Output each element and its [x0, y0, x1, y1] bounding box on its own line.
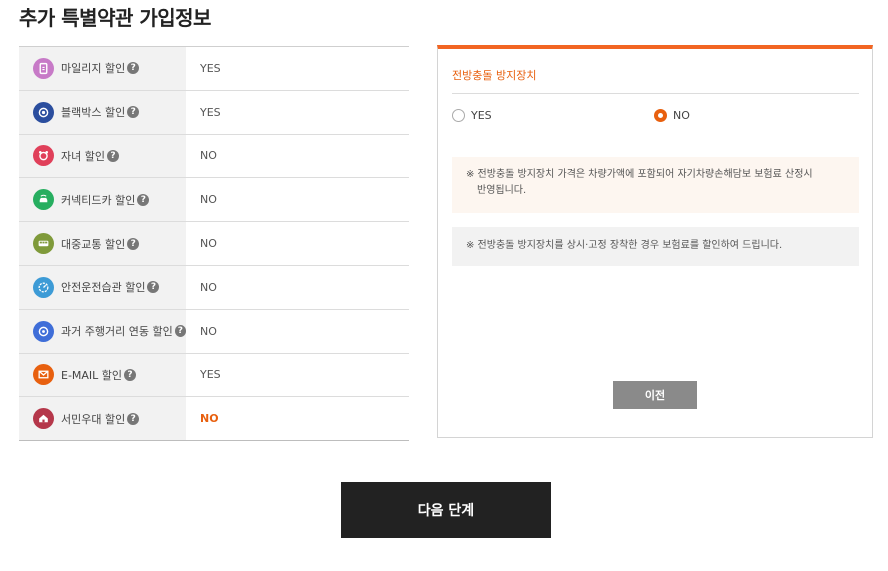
- discount-value: NO: [200, 193, 217, 207]
- discount-notice: ※ 전방충돌 방지장치를 상시·고정 장착한 경우 보험료를 할인하여 드립니다…: [452, 227, 859, 266]
- discount-label-cell: 대중교통 할인 ?: [19, 222, 186, 265]
- price-notice-line2: 반영됩니다.: [477, 184, 527, 196]
- radio-button-yes[interactable]: [452, 109, 465, 122]
- bus-icon: [33, 233, 54, 255]
- next-step-button[interactable]: 다음 단계: [341, 482, 551, 538]
- odometer-icon: [33, 320, 54, 342]
- discount-row-connected-car: 커넥티드카 할인 ? NO: [19, 178, 409, 223]
- help-icon[interactable]: ?: [127, 62, 140, 75]
- collision-prevention-panel: 전방충돌 방지장치 YES NO ※ 전방충돌 방지장치 가격은 차량가액에 포…: [437, 45, 873, 438]
- discount-label: 블랙박스 할인: [61, 106, 126, 120]
- discount-value: NO: [200, 280, 217, 294]
- discount-value: YES: [200, 368, 221, 382]
- discount-row-mileage: 마일리지 할인 ? YES: [19, 47, 409, 91]
- panel-title: 전방충돌 방지장치: [452, 69, 537, 82]
- discount-label: 커넥티드카 할인: [61, 193, 136, 207]
- radio-option-no[interactable]: NO: [654, 109, 690, 122]
- mileage-icon: [33, 57, 54, 79]
- page-title: 추가 특별약관 가입정보: [19, 6, 211, 30]
- panel-divider: [452, 93, 859, 94]
- price-notice: ※ 전방충돌 방지장치 가격은 차량가액에 포함되어 자기차량손해담보 보험료 …: [452, 157, 859, 213]
- help-icon[interactable]: ?: [127, 412, 140, 425]
- blackbox-icon: [33, 101, 54, 123]
- discount-row-child: 자녀 할인 ? NO: [19, 134, 409, 179]
- help-icon[interactable]: ?: [174, 325, 186, 338]
- discount-value: NO: [200, 324, 217, 338]
- radio-button-no[interactable]: [654, 109, 667, 122]
- discount-row-low-income: 서민우대 할인 ? NO: [19, 397, 409, 442]
- discount-label-cell: 자녀 할인 ?: [19, 134, 186, 178]
- discount-label-cell: 안전운전습관 할인 ?: [19, 265, 186, 309]
- radio-label-yes: YES: [471, 109, 492, 122]
- discount-value: YES: [200, 61, 221, 75]
- radio-label-no: NO: [673, 109, 690, 122]
- discount-table: 마일리지 할인 ? YES 블랙박스 할인 ? YES 자녀 할인 ? NO 커…: [19, 46, 409, 442]
- discount-value: NO: [200, 237, 217, 251]
- radio-option-yes[interactable]: YES: [452, 109, 492, 122]
- discount-value: YES: [200, 105, 221, 119]
- discount-label-cell: 서민우대 할인 ?: [19, 397, 186, 441]
- discount-label: 대중교통 할인: [61, 237, 126, 251]
- discount-value: NO: [200, 412, 219, 426]
- discount-label-cell: 과거 주행거리 연동 할인 ?: [19, 309, 186, 353]
- discount-row-email: E-MAIL 할인 ? YES: [19, 353, 409, 398]
- connected-car-icon: [33, 189, 54, 211]
- help-icon[interactable]: ?: [127, 106, 140, 119]
- prev-button[interactable]: 이전: [613, 381, 697, 409]
- discount-label-cell: 마일리지 할인 ?: [19, 47, 186, 90]
- price-notice-line1: ※ 전방충돌 방지장치 가격은 차량가액에 포함되어 자기차량손해담보 보험료 …: [466, 169, 813, 180]
- discount-label-cell: 블랙박스 할인 ?: [19, 90, 186, 134]
- help-icon[interactable]: ?: [127, 237, 140, 250]
- discount-value: NO: [200, 149, 217, 163]
- discount-label: 과거 주행거리 연동 할인: [61, 325, 173, 339]
- discount-label: 마일리지 할인: [61, 62, 126, 76]
- child-icon: [33, 145, 54, 167]
- discount-label: 서민우대 할인: [61, 412, 126, 426]
- discount-row-safe-driving: 안전운전습관 할인 ? NO: [19, 265, 409, 310]
- help-icon[interactable]: ?: [137, 193, 150, 206]
- discount-row-blackbox: 블랙박스 할인 ? YES: [19, 90, 409, 135]
- discount-label: E-MAIL 할인: [61, 368, 123, 382]
- discount-row-public-transport: 대중교통 할인 ? NO: [19, 222, 409, 266]
- discount-row-past-mileage: 과거 주행거리 연동 할인 ? NO: [19, 309, 409, 354]
- safe-driving-icon: [33, 276, 54, 298]
- help-icon[interactable]: ?: [106, 149, 119, 162]
- email-icon: [33, 364, 54, 386]
- help-icon[interactable]: ?: [147, 281, 160, 294]
- discount-label: 자녀 할인: [61, 149, 105, 163]
- help-icon[interactable]: ?: [124, 368, 137, 381]
- discount-label-cell: E-MAIL 할인 ?: [19, 353, 186, 397]
- discount-notice-text: ※ 전방충돌 방지장치를 상시·고정 장착한 경우 보험료를 할인하여 드립니다…: [466, 240, 783, 251]
- discount-label-cell: 커넥티드카 할인 ?: [19, 178, 186, 222]
- discount-label: 안전운전습관 할인: [61, 281, 146, 295]
- house-icon: [33, 408, 54, 430]
